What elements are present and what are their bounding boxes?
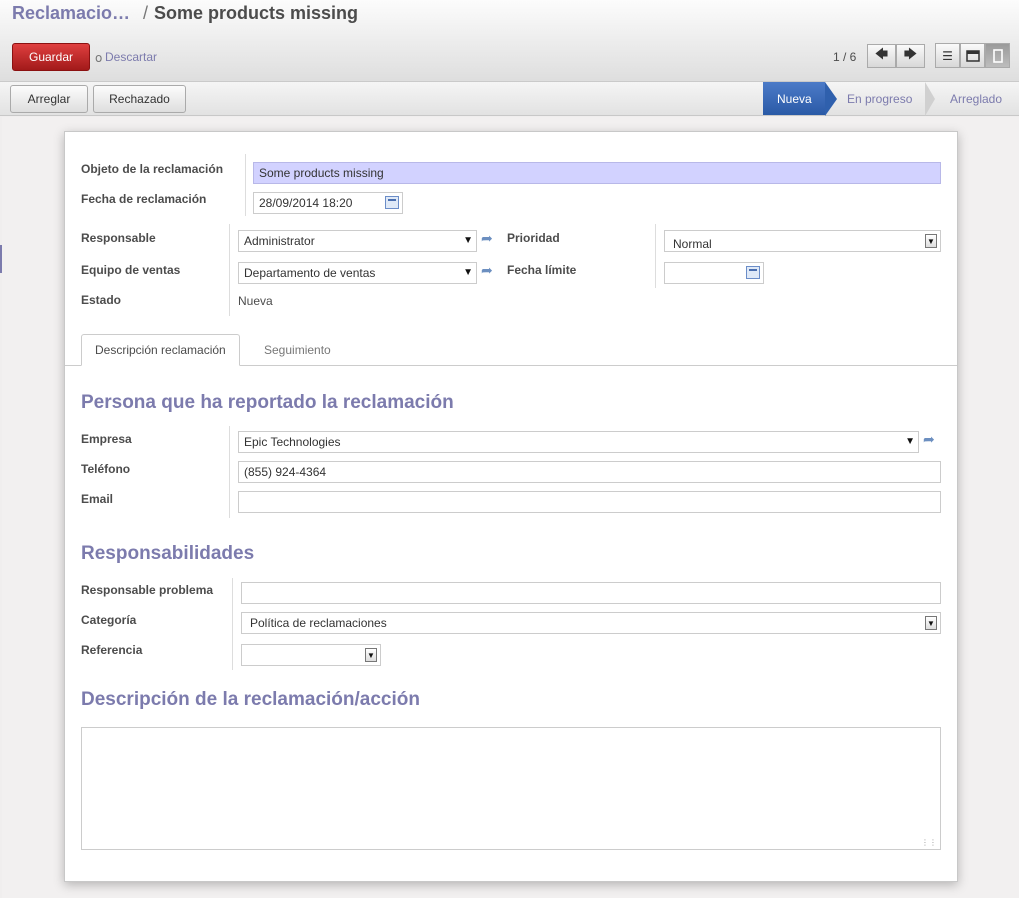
- date-value: 28/09/2014 18:20: [259, 196, 353, 210]
- category-value: Política de reclamaciones: [250, 616, 387, 630]
- dropdown-arrow-icon: ▼: [463, 235, 473, 246]
- arrow-right-icon: 🡆: [903, 47, 918, 62]
- arrow-left-icon: 🡄: [874, 47, 889, 62]
- responsible-label: Responsable: [81, 231, 156, 245]
- state-label: Estado: [81, 293, 122, 307]
- fix-button[interactable]: Arreglar: [10, 85, 88, 113]
- company-label: Empresa: [81, 432, 132, 446]
- form-icon: [992, 48, 1003, 63]
- dropdown-arrow-icon: ▼: [925, 616, 937, 630]
- or-label: o: [95, 51, 103, 65]
- phone-label: Teléfono: [81, 462, 131, 476]
- breadcrumb-current: Some products missing: [154, 3, 359, 23]
- pager-counter: 1 / 6: [833, 50, 857, 64]
- list-icon: ☰: [942, 48, 953, 63]
- stage-fixed[interactable]: Arreglado: [950, 82, 1002, 115]
- resize-grip-icon[interactable]: ⋮⋮: [921, 839, 937, 847]
- responsible-value: Administrator: [244, 234, 315, 248]
- external-link-icon[interactable]: ➦: [481, 264, 497, 278]
- status-bar: Arreglar Rechazado Nueva En progreso Arr…: [0, 82, 1019, 116]
- responsibilities-section-title: Responsabilidades: [81, 543, 255, 564]
- calendar-picker-icon[interactable]: [746, 266, 760, 279]
- breadcrumb-parent[interactable]: Reclamacio…: [12, 3, 130, 24]
- dropdown-arrow-icon: ▼: [905, 436, 915, 447]
- team-label: Equipo de ventas: [81, 263, 181, 277]
- phone-input[interactable]: (855) 924-4364: [238, 461, 941, 483]
- external-link-icon[interactable]: ➦: [923, 433, 939, 447]
- reject-button[interactable]: Rechazado: [93, 85, 186, 113]
- date-label: Fecha de reclamación: [81, 192, 207, 206]
- tab-followup[interactable]: Seguimiento: [251, 334, 344, 366]
- date-input[interactable]: 28/09/2014 18:20: [253, 192, 403, 214]
- divider: [655, 224, 656, 288]
- pager-previous-button[interactable]: 🡄: [867, 44, 896, 68]
- dropdown-arrow-icon: ▼: [365, 648, 377, 662]
- company-value: Epic Technologies: [244, 435, 341, 449]
- priority-select[interactable]: Normal ▼: [664, 230, 941, 252]
- team-select[interactable]: Departamento de ventas ▼: [238, 262, 477, 284]
- calendar-icon: [965, 50, 980, 62]
- subject-label: Objeto de la reclamación: [81, 162, 224, 176]
- stage-arrow: [925, 82, 935, 116]
- description-textarea[interactable]: ⋮⋮: [81, 727, 941, 850]
- issue-owner-input[interactable]: [241, 582, 941, 604]
- category-label: Categoría: [81, 613, 137, 627]
- team-value: Departamento de ventas: [244, 266, 376, 280]
- category-select[interactable]: Política de reclamaciones ▼: [241, 612, 941, 634]
- description-section-title: Descripción de la reclamación/acción: [81, 689, 420, 710]
- calendar-picker-icon[interactable]: [385, 196, 399, 209]
- stage-new[interactable]: Nueva: [763, 82, 825, 115]
- stage-arrow: [825, 82, 837, 116]
- save-button[interactable]: Guardar: [12, 43, 90, 71]
- stage-in-progress[interactable]: En progreso: [847, 82, 912, 115]
- subject-input[interactable]: Some products missing: [253, 162, 941, 184]
- deadline-label: Fecha límite: [507, 263, 577, 277]
- discard-link[interactable]: Descartar: [105, 50, 157, 64]
- state-value: Nueva: [238, 294, 273, 308]
- reporter-section-title: Persona que ha reportado la reclamación: [81, 392, 454, 413]
- calendar-view-button[interactable]: [960, 43, 985, 68]
- priority-label: Prioridad: [507, 231, 560, 245]
- responsible-select[interactable]: Administrator ▼: [238, 230, 477, 252]
- left-edge-marker: [0, 245, 2, 273]
- control-panel: Reclamacio… / Some products missing Guar…: [0, 0, 1019, 82]
- form-view-button[interactable]: [985, 43, 1010, 68]
- reference-select[interactable]: ▼: [241, 644, 381, 666]
- tab-description[interactable]: Descripción reclamación: [81, 334, 240, 366]
- breadcrumb-separator: /: [143, 3, 149, 23]
- issue-owner-label: Responsable problema: [81, 583, 214, 597]
- list-view-button[interactable]: ☰: [935, 43, 960, 68]
- email-input[interactable]: [238, 491, 941, 513]
- email-label: Email: [81, 492, 114, 506]
- divider: [229, 224, 230, 316]
- reference-label: Referencia: [81, 643, 143, 657]
- divider: [232, 578, 233, 670]
- form-sheet: Objeto de la reclamación Some products m…: [64, 131, 958, 882]
- dropdown-arrow-icon: ▼: [463, 267, 473, 278]
- dropdown-arrow-icon: ▼: [925, 234, 937, 248]
- priority-value: Normal: [673, 237, 712, 251]
- deadline-input[interactable]: [664, 262, 764, 284]
- external-link-icon[interactable]: ➦: [481, 232, 497, 246]
- pager-next-button[interactable]: 🡆: [896, 44, 925, 68]
- divider: [245, 154, 246, 216]
- company-select[interactable]: Epic Technologies ▼: [238, 431, 919, 453]
- divider: [229, 426, 230, 518]
